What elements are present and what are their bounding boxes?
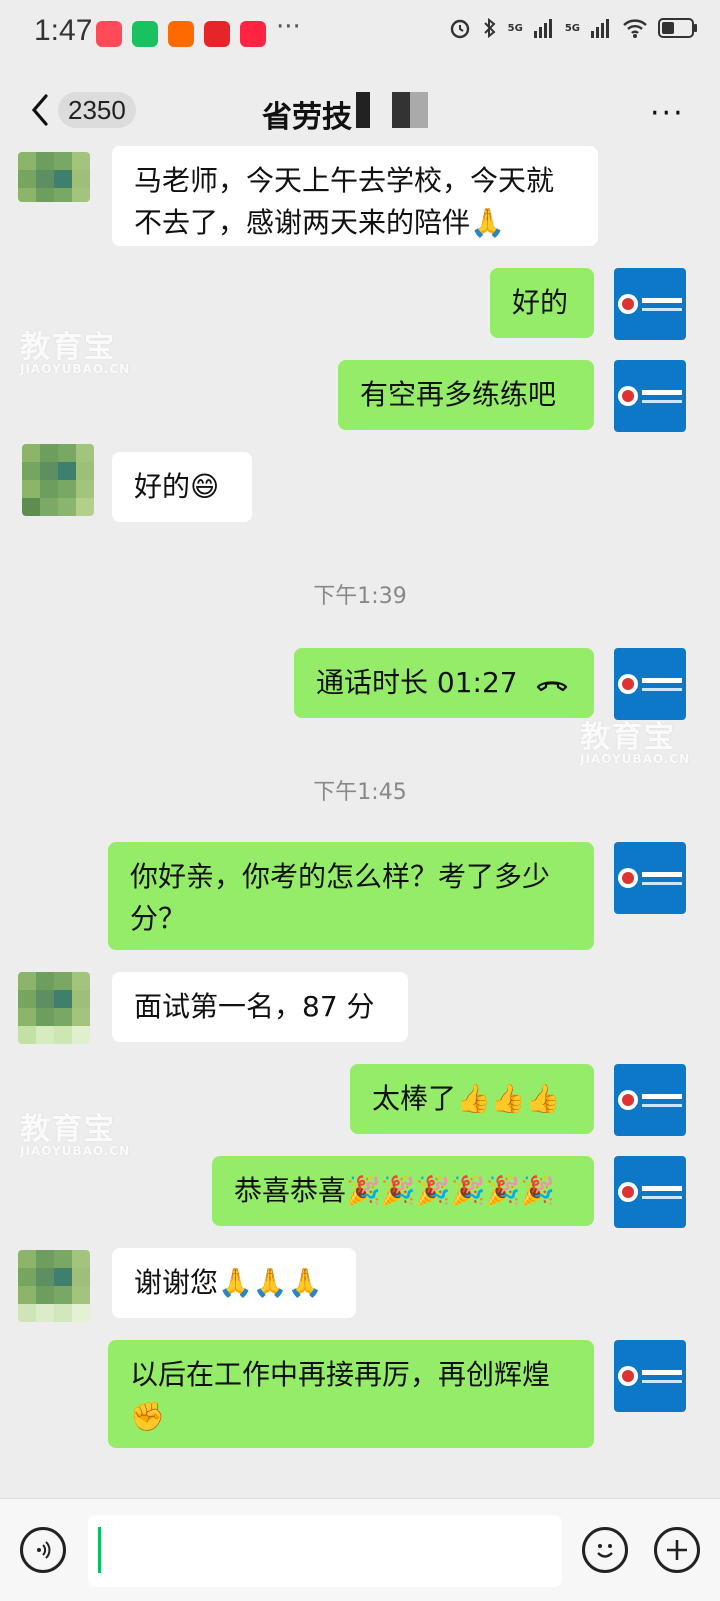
my-avatar[interactable] <box>614 648 686 720</box>
wechat-app-icon <box>132 21 158 47</box>
message-bubble[interactable]: 面试第一名，87 分 <box>112 972 408 1042</box>
taobao-app-icon <box>168 21 194 47</box>
call-record-bubble[interactable]: 通话时长 01:27 <box>294 648 594 718</box>
plus-icon <box>667 1540 687 1560</box>
text-cursor <box>98 1527 101 1573</box>
message-list[interactable]: 马老师，今天上午去学校，今天就不去了，感谢两天来的陪伴🙏 好的 有空再多练练吧 … <box>0 146 720 1492</box>
message-bubble[interactable]: 你好亲，你考的怎么样？考了多少分？ <box>108 842 594 950</box>
signal-icon <box>533 19 552 38</box>
message-text: 恭喜恭喜 <box>234 1174 347 1207</box>
message-text: 好的 <box>512 286 569 319</box>
emoji-icon <box>597 1544 613 1558</box>
contact-avatar[interactable] <box>22 444 94 516</box>
chat-header: 2350 省劳技 ··· <box>0 66 720 156</box>
school-logo-icon <box>618 294 682 314</box>
pray-emoji: 🙏🙏🙏 <box>218 1266 323 1299</box>
school-logo-icon <box>618 1366 682 1386</box>
more-options-icon[interactable]: ··· <box>650 96 685 131</box>
message-text: 有空再多练练吧 <box>360 378 557 411</box>
message-input[interactable] <box>88 1515 562 1587</box>
alarm-icon <box>450 19 469 39</box>
contact-avatar[interactable] <box>18 972 90 1044</box>
my-avatar[interactable] <box>614 1156 686 1228</box>
back-arrow-icon[interactable] <box>30 92 50 128</box>
unread-count-badge[interactable]: 2350 <box>58 92 136 128</box>
contact-avatar[interactable] <box>18 152 90 202</box>
voice-input-button[interactable] <box>20 1527 66 1573</box>
system-icons: 5G 5G <box>448 16 698 40</box>
status-time: 1:47 <box>34 14 93 47</box>
message-text: 谢谢您 <box>134 1266 219 1299</box>
message-bubble[interactable]: 太棒了👍👍👍 <box>350 1064 594 1134</box>
message-text: 面试第一名，87 分 <box>134 990 375 1023</box>
timestamp: 下午1:39 <box>313 584 407 609</box>
bank-app-icon <box>204 21 230 47</box>
wifi-icon <box>623 19 647 38</box>
voice-icon <box>37 1541 51 1559</box>
thumbs-up-emoji: 👍👍👍 <box>456 1082 561 1115</box>
emoji-button[interactable] <box>582 1527 628 1573</box>
redaction-block <box>392 92 428 128</box>
status-bar: 1:47 ··· 5G 5G <box>0 0 720 66</box>
message-text: 以后在工作中再接再厉，再创辉煌 <box>130 1358 551 1391</box>
school-logo-icon <box>618 868 682 888</box>
message-text: 你好亲，你考的怎么样？考了多少分？ <box>130 860 551 935</box>
my-avatar[interactable] <box>614 1064 686 1136</box>
my-avatar[interactable] <box>614 360 686 432</box>
party-popper-emoji: 🎉🎉🎉🎉🎉🎉 <box>346 1174 556 1207</box>
battery-icon <box>658 18 697 38</box>
signal-icon <box>591 19 609 38</box>
bluetooth-icon <box>483 17 496 39</box>
my-avatar[interactable] <box>614 268 686 340</box>
message-bubble[interactable]: 有空再多练练吧 <box>338 360 594 430</box>
more-features-button[interactable] <box>654 1527 700 1573</box>
school-logo-icon <box>618 1182 682 1202</box>
school-logo-icon <box>618 674 682 694</box>
message-bubble[interactable]: 好的😄 <box>112 452 252 522</box>
redaction-block <box>356 92 370 128</box>
message-bubble[interactable]: 好的 <box>490 268 594 338</box>
message-bubble[interactable]: 谢谢您🙏🙏🙏 <box>112 1248 356 1318</box>
network-type-label: 5G <box>564 22 580 34</box>
timestamp: 下午1:45 <box>313 780 407 805</box>
school-logo-icon <box>618 1090 682 1110</box>
message-bubble[interactable]: 以后在工作中再接再厉，再创辉煌 ✊ <box>108 1340 594 1448</box>
my-avatar[interactable] <box>614 842 686 914</box>
shopping-app-icon <box>96 21 122 47</box>
more-notifications-icon: ··· <box>276 12 301 42</box>
input-bar <box>0 1498 720 1601</box>
phone-hangup-icon <box>536 681 567 692</box>
message-text: 太棒了 <box>372 1082 457 1115</box>
xiaohongshu-app-icon <box>240 21 266 47</box>
message-bubble[interactable]: 马老师，今天上午去学校，今天就不去了，感谢两天来的陪伴🙏 <box>112 146 598 246</box>
network-type-label: 5G <box>507 22 523 34</box>
message-text: 通话时长 01:27 <box>316 666 518 699</box>
my-avatar[interactable] <box>614 1340 686 1412</box>
chat-title: 省劳技 <box>262 100 352 135</box>
grin-emoji: 😄 <box>190 470 220 503</box>
pray-emoji: 🙏 <box>470 206 505 239</box>
contact-avatar[interactable] <box>18 1250 90 1322</box>
message-bubble[interactable]: 恭喜恭喜🎉🎉🎉🎉🎉🎉 <box>212 1156 594 1226</box>
raised-fist-emoji: ✊ <box>130 1400 165 1433</box>
school-logo-icon <box>618 386 682 406</box>
message-text: 好的 <box>134 470 191 503</box>
